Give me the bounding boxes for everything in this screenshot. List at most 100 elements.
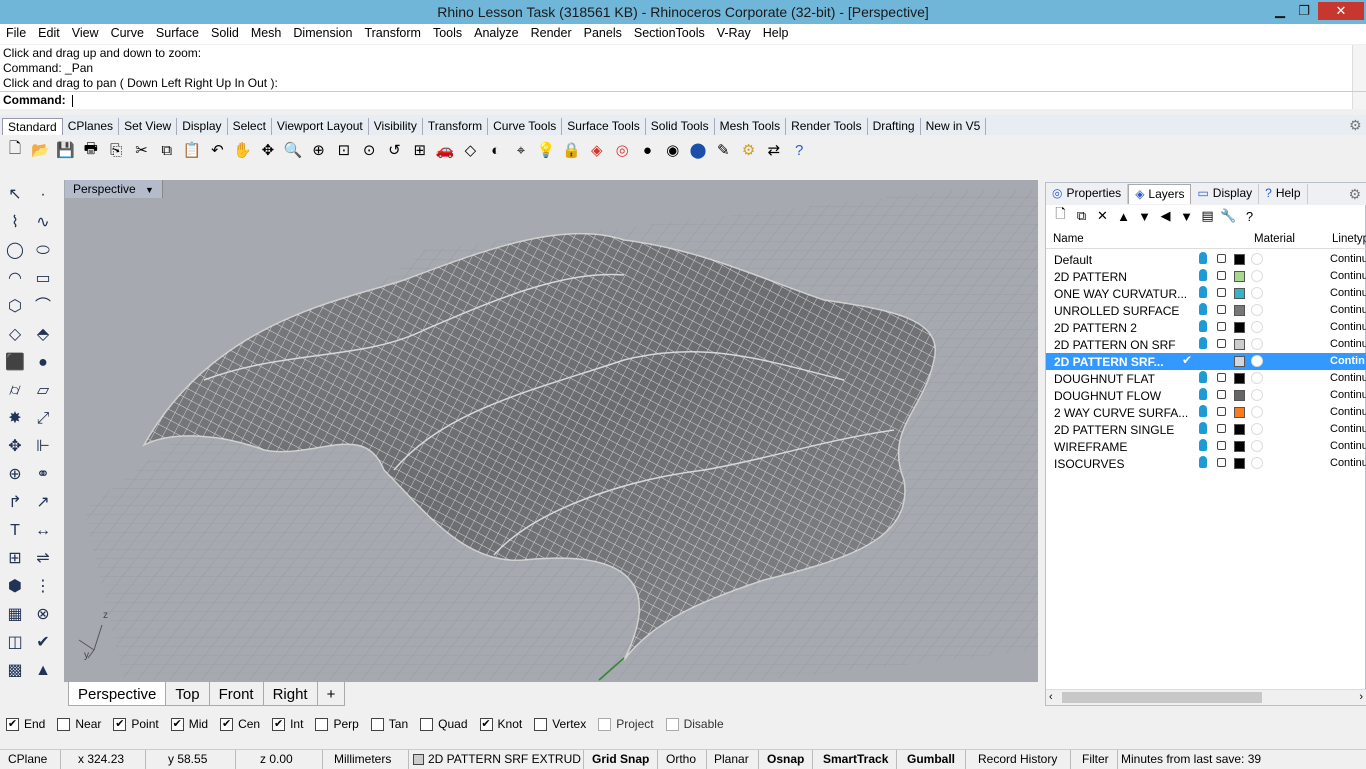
scroll-right-icon[interactable]: › xyxy=(1359,691,1363,703)
menu-view[interactable]: View xyxy=(66,24,105,44)
tab-mesh-tools[interactable]: Mesh Tools xyxy=(715,118,787,135)
osnap-toggle[interactable]: Osnap xyxy=(767,752,804,766)
layer-color-swatch[interactable] xyxy=(1234,288,1245,299)
rotate-view-icon[interactable]: ✥ xyxy=(257,139,279,161)
layer-color-swatch[interactable] xyxy=(1234,407,1245,418)
zoom-selected-icon[interactable]: ⊙ xyxy=(358,139,380,161)
layer-color-swatch[interactable] xyxy=(1234,322,1245,333)
layer-name[interactable]: DOUGHNUT FLOW xyxy=(1054,389,1161,403)
tab-visibility[interactable]: Visibility xyxy=(369,118,423,135)
planar-toggle[interactable]: Planar xyxy=(714,752,749,766)
material-icon[interactable] xyxy=(1251,287,1263,299)
osnap-checkbox[interactable]: ✔ xyxy=(170,717,184,731)
menu-solid[interactable]: Solid xyxy=(205,24,245,44)
lock-icon[interactable] xyxy=(1217,458,1226,467)
box-icon[interactable]: ⬛ xyxy=(4,352,26,374)
arc-icon[interactable]: ◠ xyxy=(4,268,26,290)
layer-row[interactable]: 2 WAY CURVE SURFA... Continu xyxy=(1046,404,1366,421)
material-icon[interactable] xyxy=(1251,389,1263,401)
gumball-icon[interactable]: ⊗ xyxy=(32,604,54,626)
copy-icon[interactable]: ⧉ xyxy=(156,139,178,161)
layer-row[interactable]: ONE WAY CURVATUR... Continu xyxy=(1046,285,1366,302)
material-icon[interactable] xyxy=(1251,270,1263,282)
menu-render[interactable]: Render xyxy=(525,24,578,44)
menu-curve[interactable]: Curve xyxy=(105,24,150,44)
extend-icon[interactable]: ↗ xyxy=(32,492,54,514)
osnap-checkbox[interactable] xyxy=(370,717,384,731)
layer-row[interactable]: 2D PATTERN SINGLE Continu xyxy=(1046,421,1366,438)
check-icon[interactable]: ✔ xyxy=(32,632,54,654)
layer-row[interactable]: WIREFRAME Continu xyxy=(1046,438,1366,455)
layer-row[interactable]: 2D PATTERN 2 Continu xyxy=(1046,319,1366,336)
light-bulb-icon[interactable] xyxy=(1199,252,1207,264)
tab-set-view[interactable]: Set View xyxy=(119,118,178,135)
material-icon[interactable] xyxy=(1251,423,1263,435)
viewport-title[interactable]: Perspective ▼ xyxy=(65,180,163,198)
menu-edit[interactable]: Edit xyxy=(32,24,66,44)
menu-transform[interactable]: Transform xyxy=(358,24,427,44)
settings-gear-icon[interactable]: ⚙ xyxy=(1349,117,1362,134)
zoom-extents-icon[interactable]: ⊡ xyxy=(333,139,355,161)
layer-name[interactable]: DOUGHNUT FLAT xyxy=(1054,372,1155,386)
rendered-sphere-icon[interactable]: ◉ xyxy=(662,139,684,161)
light-bulb-icon[interactable]: 💡 xyxy=(535,139,557,161)
filter-icon[interactable]: ▼ xyxy=(1176,209,1197,224)
column-material[interactable]: Material xyxy=(1254,233,1295,245)
zoom-window-icon[interactable]: ⊕ xyxy=(308,139,330,161)
osnap-point[interactable]: ✔ Point xyxy=(113,717,159,731)
match-properties-icon[interactable]: ⇄ xyxy=(763,139,785,161)
layer-color-swatch[interactable] xyxy=(1234,373,1245,384)
car-named-view-icon[interactable]: 🚗 xyxy=(434,139,456,161)
circle-icon[interactable]: ◯ xyxy=(4,240,26,262)
layer-linetype[interactable]: Continu xyxy=(1330,423,1366,435)
menu-analyze[interactable]: Analyze xyxy=(468,24,524,44)
lock-icon[interactable] xyxy=(1217,339,1226,348)
lock-icon[interactable] xyxy=(1217,254,1226,263)
dimension-icon[interactable]: ↔ xyxy=(32,520,54,542)
cplane-icon[interactable]: ◇ xyxy=(459,139,481,161)
tab-transform[interactable]: Transform xyxy=(423,118,489,135)
layer-linetype[interactable]: Contin xyxy=(1330,355,1365,367)
layer-row[interactable]: 2D PATTERN Continu xyxy=(1046,268,1366,285)
tools-icon[interactable]: 🔧 xyxy=(1218,208,1239,224)
panel-tab-layers[interactable]: ◈ Layers xyxy=(1128,184,1192,204)
osnap-quad[interactable]: Quad xyxy=(420,717,468,731)
tab-drafting[interactable]: Drafting xyxy=(868,118,921,135)
osnap-checkbox[interactable]: ✔ xyxy=(113,717,127,731)
layer-color-swatch[interactable] xyxy=(1234,441,1245,452)
show-hide-icon[interactable]: ◐ xyxy=(485,139,507,161)
layer-icon[interactable]: ◈ xyxy=(586,139,608,161)
layer-color-swatch[interactable] xyxy=(1234,339,1245,350)
lock-icon[interactable] xyxy=(1217,441,1226,450)
menu-vray[interactable]: V-Ray xyxy=(711,24,757,44)
history-scrollbar[interactable] xyxy=(1352,45,1366,91)
layer-name[interactable]: 2D PATTERN SRF... xyxy=(1054,355,1164,369)
layer-name[interactable]: ISOCURVES xyxy=(1054,457,1124,471)
layer-name[interactable]: 2D PATTERN xyxy=(1054,270,1127,284)
viewport-tab-front[interactable]: Front xyxy=(208,682,264,706)
plane-icon[interactable]: ▱ xyxy=(32,380,54,402)
perspective-viewport[interactable]: Perspective ▼ z y xyxy=(64,180,1038,682)
group-icon[interactable]: ⚭ xyxy=(32,464,54,486)
light-bulb-icon[interactable] xyxy=(1199,422,1207,434)
color-wheel-icon[interactable]: ◎ xyxy=(611,139,633,161)
light-bulb-icon[interactable] xyxy=(1199,337,1207,349)
osnap-mid[interactable]: ✔ Mid xyxy=(170,717,208,731)
open-folder-icon[interactable]: 📂 xyxy=(29,139,51,161)
layer-linetype[interactable]: Continu xyxy=(1330,372,1366,384)
curve-icon[interactable]: ∿ xyxy=(32,212,54,234)
layer-color-swatch[interactable] xyxy=(1234,424,1245,435)
grid-snap-toggle[interactable]: Grid Snap xyxy=(592,752,649,766)
lock-icon[interactable] xyxy=(1217,322,1226,331)
layer-states-icon[interactable]: ▤ xyxy=(1197,208,1218,224)
cut-icon[interactable]: ✂ xyxy=(130,139,152,161)
options-gear-icon[interactable]: ⚙ xyxy=(738,139,760,161)
render-sphere-icon[interactable]: ⬤ xyxy=(687,139,709,161)
light-bulb-icon[interactable] xyxy=(1199,269,1207,281)
tab-curve-tools[interactable]: Curve Tools xyxy=(488,118,563,135)
tab-render-tools[interactable]: Render Tools xyxy=(786,118,868,135)
material-icon[interactable] xyxy=(1251,372,1263,384)
lock-icon[interactable] xyxy=(1217,305,1226,314)
layer-color-swatch[interactable] xyxy=(1234,458,1245,469)
osnap-checkbox[interactable] xyxy=(315,717,329,731)
